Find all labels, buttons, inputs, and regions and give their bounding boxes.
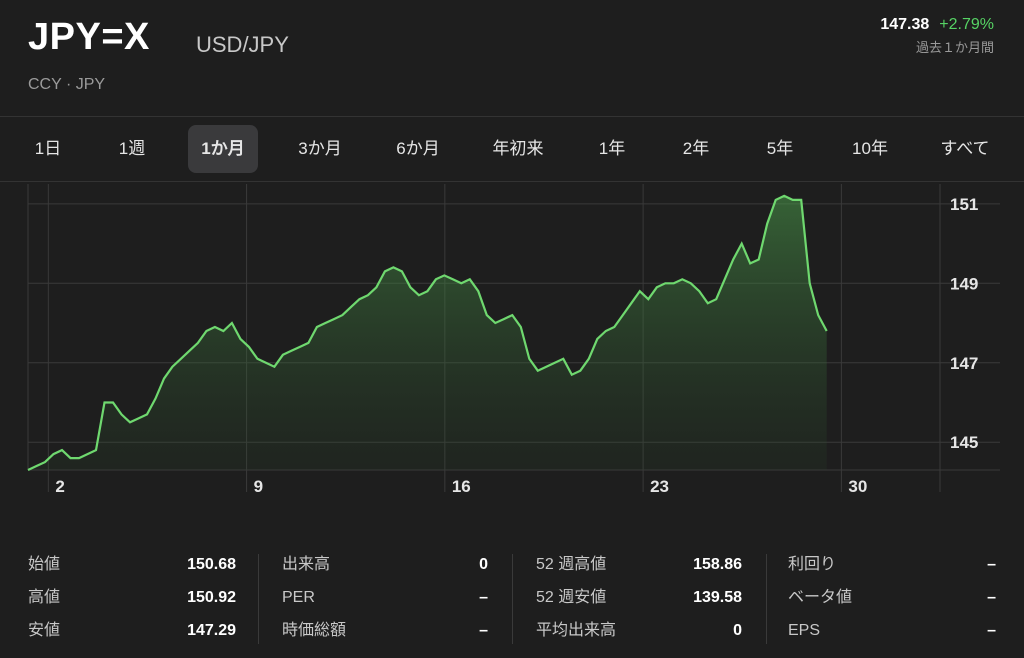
stat-yield: 利回り – [788, 556, 996, 573]
stat-open: 始値 150.68 [28, 556, 236, 573]
stats-column-volume: 出来高 0 PER – 時価総額 – [282, 548, 488, 648]
stats-column-price: 始値 150.68 高値 150.92 安値 147.29 [28, 548, 236, 648]
stats-column-yield: 利回り – ベータ値 – EPS – [788, 548, 996, 648]
stat-52w-high: 52 週高値 158.86 [536, 556, 742, 573]
stat-beta: ベータ値 – [788, 589, 996, 606]
range-tabs: 1日 1週 1か月 3か月 6か月 年初来 1年 2年 5年 10年 すべて [0, 116, 1024, 182]
tab-all[interactable]: すべて [934, 125, 996, 173]
y-tick-label: 145 [950, 433, 978, 452]
currency-pair: USD/JPY [196, 32, 289, 57]
tab-5y[interactable]: 5年 [758, 125, 802, 173]
asset-meta: CCY · JPY [28, 76, 106, 93]
stat-volume: 出来高 0 [282, 556, 488, 573]
key-stats: 始値 150.68 高値 150.92 安値 147.29 出来高 0 PER – 時価総… [0, 548, 1024, 658]
current-price: 147.38 [880, 16, 930, 33]
y-tick-label: 147 [950, 354, 978, 373]
quote-header: JPY=X USD/JPY CCY · JPY 147.38 +2.79% 過去１… [0, 0, 1024, 110]
change-period: 過去１か月間 [915, 40, 994, 55]
tab-10y[interactable]: 10年 [840, 125, 900, 173]
x-tick-label: 30 [848, 477, 867, 496]
stats-divider [258, 554, 259, 644]
tab-ytd[interactable]: 年初来 [488, 125, 548, 173]
x-axis-ticks: 2 9 16 23 30 [55, 477, 867, 496]
tab-6m[interactable]: 6か月 [388, 125, 448, 173]
stat-market-cap: 時価総額 – [282, 622, 488, 639]
tab-1y[interactable]: 1年 [590, 125, 634, 173]
tab-2y[interactable]: 2年 [674, 125, 718, 173]
stat-eps: EPS – [788, 622, 996, 639]
stat-low: 安値 147.29 [28, 622, 236, 639]
y-tick-label: 151 [950, 195, 978, 214]
y-axis-ticks: 151 149 147 145 [950, 195, 978, 452]
stat-high: 高値 150.92 [28, 589, 236, 606]
tab-1w[interactable]: 1週 [110, 125, 154, 173]
y-tick-label: 149 [950, 274, 978, 293]
stats-divider [512, 554, 513, 644]
x-tick-label: 2 [55, 477, 64, 496]
price-chart[interactable]: 151 149 147 145 2 9 16 23 30 [0, 180, 1024, 510]
quote-summary: 147.38 +2.79% 過去１か月間 [880, 16, 994, 56]
x-tick-label: 9 [254, 477, 263, 496]
stats-column-52w: 52 週高値 158.86 52 週安値 139.58 平均出来高 0 [536, 548, 742, 648]
tab-3m[interactable]: 3か月 [290, 125, 350, 173]
stat-per: PER – [282, 589, 488, 606]
x-tick-label: 16 [452, 477, 471, 496]
tab-1m[interactable]: 1か月 [188, 125, 258, 173]
stats-divider [766, 554, 767, 644]
tab-1d[interactable]: 1日 [28, 125, 68, 173]
price-change: +2.79% [939, 16, 994, 33]
stat-avg-volume: 平均出来高 0 [536, 622, 742, 639]
price-area [28, 195, 827, 470]
x-tick-label: 23 [650, 477, 669, 496]
stat-52w-low: 52 週安値 139.58 [536, 589, 742, 606]
ticker-symbol: JPY=X [28, 16, 150, 58]
